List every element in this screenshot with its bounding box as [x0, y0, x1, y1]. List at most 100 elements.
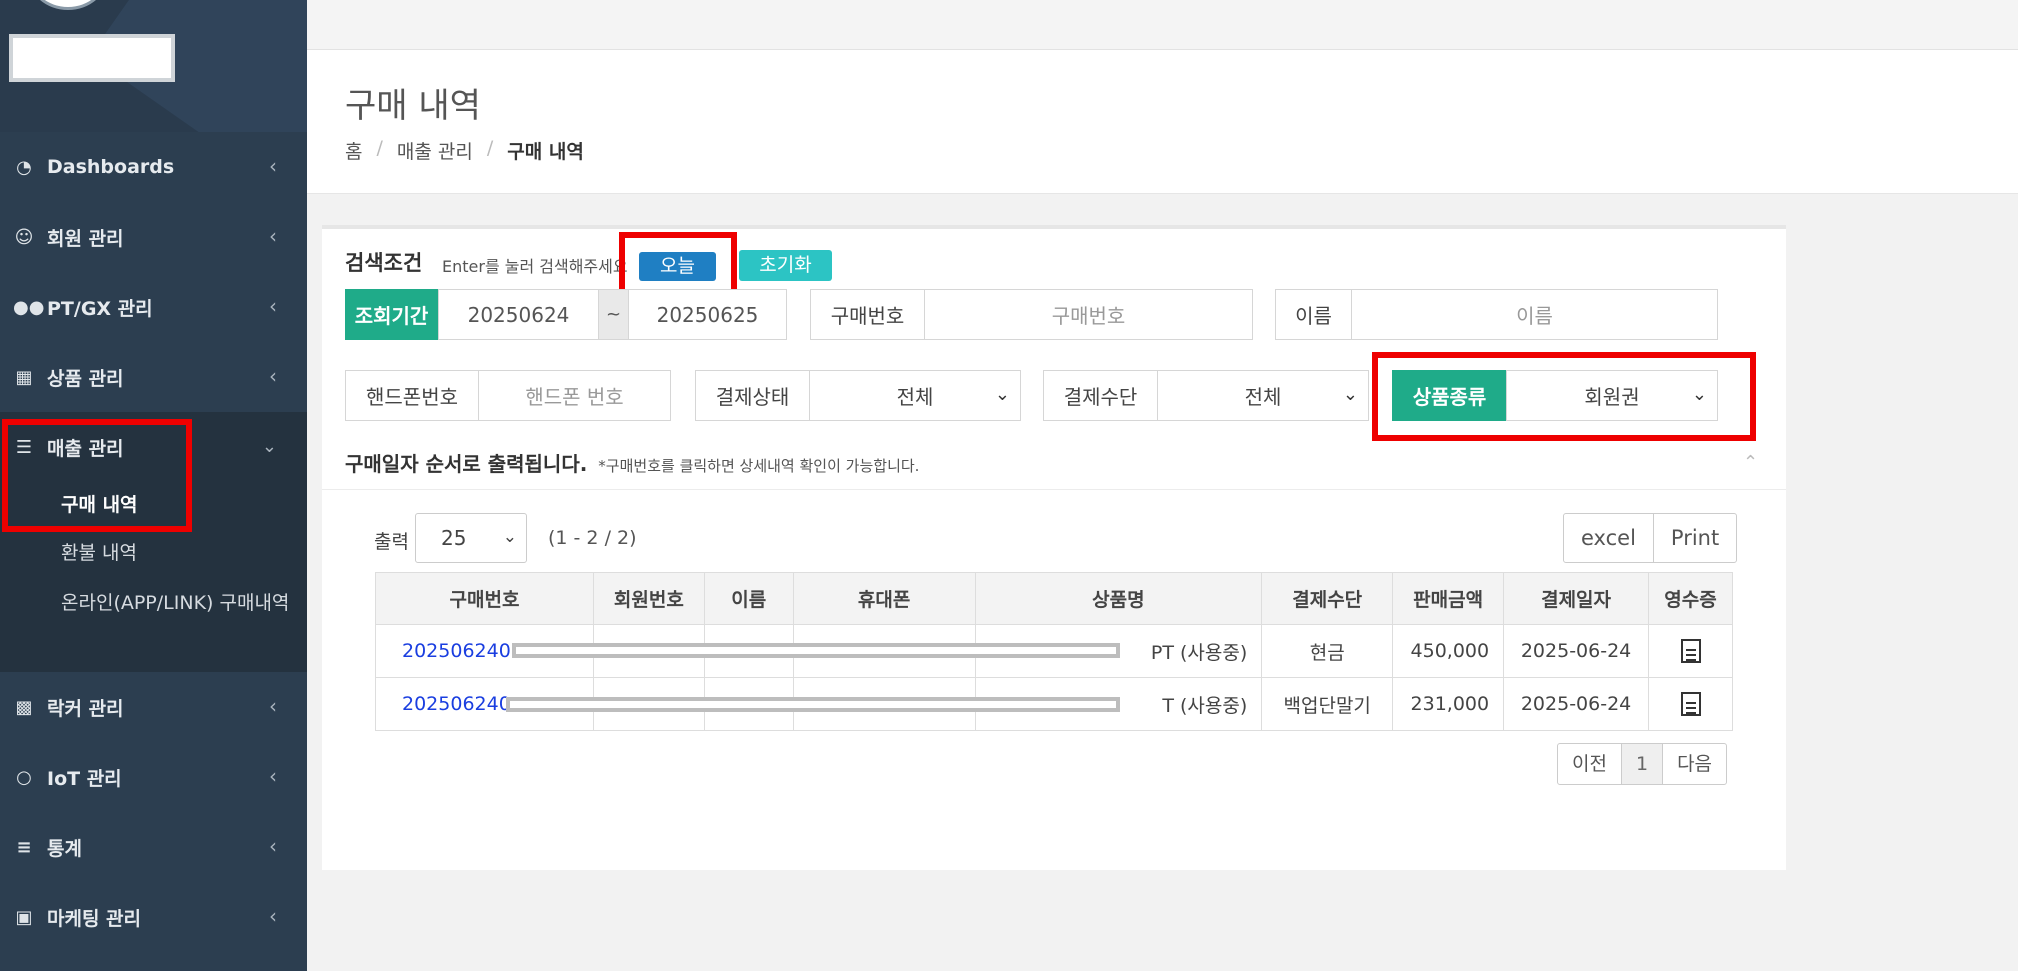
- sidebar-item-label: PT/GX 관리: [47, 297, 153, 320]
- receipt-cell: [1648, 624, 1733, 678]
- pay-method-value: 전체: [1244, 385, 1282, 409]
- breadcrumb-home[interactable]: 홈: [345, 137, 362, 164]
- table-header-row: 구매번호 회원번호 이름 휴대폰 상품명 결제수단 판매금액 결제일자 영수증: [375, 572, 1733, 625]
- sidebar-item-label: 통계: [47, 837, 82, 860]
- avatar[interactable]: [28, 0, 108, 10]
- sidebar-item-label: 상품 관리: [47, 367, 124, 390]
- export-button-group: excel Print: [1563, 513, 1738, 563]
- order-note-text: 구매일자 순서로 출력됩니다.: [345, 452, 588, 476]
- phone-input[interactable]: 핸드폰 번호: [478, 370, 671, 421]
- column-header[interactable]: 판매금액: [1392, 572, 1505, 625]
- date-range-separator: ~: [599, 289, 628, 340]
- sidebar-item-ptgx[interactable]: ●● PT/GX 관리 ‹: [0, 272, 307, 342]
- column-header[interactable]: 회원번호: [592, 572, 705, 625]
- sidebar-subitem-refunds[interactable]: 환불 내역: [61, 540, 137, 567]
- pay-method-label: 결제수단: [1043, 370, 1158, 421]
- highlight-box: [1372, 352, 1756, 441]
- search-hint: Enter를 눌러 검색해주세요: [442, 257, 628, 276]
- pagination: 이전 1 다음: [1557, 743, 1728, 785]
- date-from-field[interactable]: 20250624: [438, 289, 599, 340]
- column-header[interactable]: 결제일자: [1503, 572, 1649, 625]
- chevron-left-icon: ‹: [269, 154, 277, 178]
- sidebar-item-lockers[interactable]: ▩ 락커 관리 ‹: [0, 672, 307, 742]
- sidebar-item-stats[interactable]: ≡ 통계 ‹: [0, 812, 307, 882]
- order-note-hint: *구매번호를 클릭하면 상세내역 확인이 가능합니다.: [598, 457, 920, 475]
- sidebar-subitem-online-purchases[interactable]: 온라인(APP/LINK) 구매내역: [61, 590, 291, 617]
- image-icon: ▣: [15, 906, 33, 928]
- sidebar-item-label: 락커 관리: [47, 697, 124, 720]
- breadcrumb-separator: /: [486, 137, 494, 159]
- column-header[interactable]: 상품명: [974, 572, 1263, 625]
- redaction-bar: [506, 697, 1120, 712]
- chevron-down-icon: ⌄: [261, 436, 277, 457]
- purchase-no-label: 구매번호: [810, 289, 925, 340]
- sidebar-item-label: Dashboards: [47, 156, 175, 178]
- column-header[interactable]: 이름: [703, 572, 794, 625]
- pay-status-select[interactable]: 전체 ⌄: [809, 370, 1021, 421]
- cubes-icon: ▩: [15, 696, 33, 718]
- chevron-up-icon[interactable]: ⌃: [1743, 452, 1758, 473]
- receipt-icon[interactable]: [1680, 692, 1701, 716]
- divider: [322, 489, 1786, 490]
- breadcrumb-separator: /: [376, 137, 383, 159]
- bulb-icon: ○: [16, 766, 32, 788]
- sidebar-item-dashboards[interactable]: ◔ Dashboards ‹: [0, 132, 307, 202]
- chevron-down-icon: ⌄: [502, 527, 517, 547]
- prev-page-button[interactable]: 이전: [1558, 744, 1621, 784]
- date-to-field[interactable]: 20250625: [628, 289, 787, 340]
- breadcrumb-sales[interactable]: 매출 관리: [397, 137, 473, 164]
- bicycle-icon: ●●: [13, 296, 45, 318]
- highlight-box: [2, 419, 192, 532]
- redaction-bar: [512, 643, 1120, 658]
- chevron-down-icon: ⌄: [994, 384, 1010, 405]
- breadcrumb: 홈 / 매출 관리 / 구매 내역: [345, 137, 584, 164]
- purchase-no-input[interactable]: 구매번호: [924, 289, 1253, 340]
- receipt-cell: [1648, 677, 1733, 731]
- page-size-value: 25: [441, 526, 467, 550]
- pay-method-select[interactable]: 전체 ⌄: [1157, 370, 1369, 421]
- sidebar-item-label: 회원 관리: [47, 227, 124, 250]
- pay-method-cell: 현금: [1261, 624, 1394, 678]
- chevron-down-icon: ⌄: [1342, 384, 1358, 405]
- sidebar-profile: [0, 0, 307, 132]
- page-1-button[interactable]: 1: [1620, 744, 1663, 784]
- receipt-icon[interactable]: [1680, 639, 1701, 663]
- column-header[interactable]: 휴대폰: [792, 572, 976, 625]
- name-input[interactable]: 이름: [1351, 289, 1718, 340]
- chevron-left-icon: ‹: [269, 904, 277, 928]
- phone-label: 핸드폰번호: [345, 370, 479, 421]
- result-count: (1 - 2 / 2): [548, 527, 637, 549]
- amount-cell: 450,000: [1392, 624, 1505, 678]
- chevron-left-icon: ‹: [269, 834, 277, 858]
- sidebar-item-iot[interactable]: ○ IoT 관리 ‹: [0, 742, 307, 812]
- print-button[interactable]: Print: [1652, 514, 1736, 562]
- column-header[interactable]: 영수증: [1648, 572, 1733, 625]
- topbar: [307, 0, 2018, 50]
- output-label: 출력: [374, 531, 409, 553]
- pay-status-value: 전체: [896, 385, 934, 409]
- excel-button[interactable]: excel: [1564, 514, 1653, 562]
- profile-name-box: [9, 34, 175, 82]
- period-label: 조회기간: [345, 289, 438, 340]
- order-note: 구매일자 순서로 출력됩니다. *구매번호를 클릭하면 상세내역 확인이 가능합…: [345, 448, 919, 477]
- sidebar-item-label: IoT 관리: [47, 767, 122, 790]
- chevron-left-icon: ‹: [269, 694, 277, 718]
- date-cell: 2025-06-24: [1503, 624, 1649, 678]
- sidebar-item-label: 마케팅 관리: [47, 907, 142, 930]
- breadcrumb-current: 구매 내역: [507, 141, 584, 163]
- page-title: 구매 내역: [345, 86, 481, 126]
- chevron-left-icon: ‹: [269, 224, 277, 248]
- page-size-select[interactable]: 25 ⌄: [415, 513, 527, 563]
- next-page-button[interactable]: 다음: [1662, 744, 1726, 784]
- reset-button[interactable]: 초기화: [739, 250, 832, 281]
- column-header[interactable]: 결제수단: [1261, 572, 1394, 625]
- database-icon: ≡: [16, 836, 32, 858]
- sidebar-item-members[interactable]: ☺ 회원 관리 ‹: [0, 202, 307, 272]
- search-label: 검색조건: [345, 251, 423, 275]
- smile-icon: ☺: [14, 226, 34, 248]
- page-header: 구매 내역 홈 / 매출 관리 / 구매 내역: [307, 50, 2018, 194]
- amount-cell: 231,000: [1392, 677, 1505, 731]
- sidebar-item-products[interactable]: ▦ 상품 관리 ‹: [0, 342, 307, 412]
- column-header[interactable]: 구매번호: [375, 572, 594, 625]
- sidebar-item-marketing[interactable]: ▣ 마케팅 관리 ‹: [0, 882, 307, 952]
